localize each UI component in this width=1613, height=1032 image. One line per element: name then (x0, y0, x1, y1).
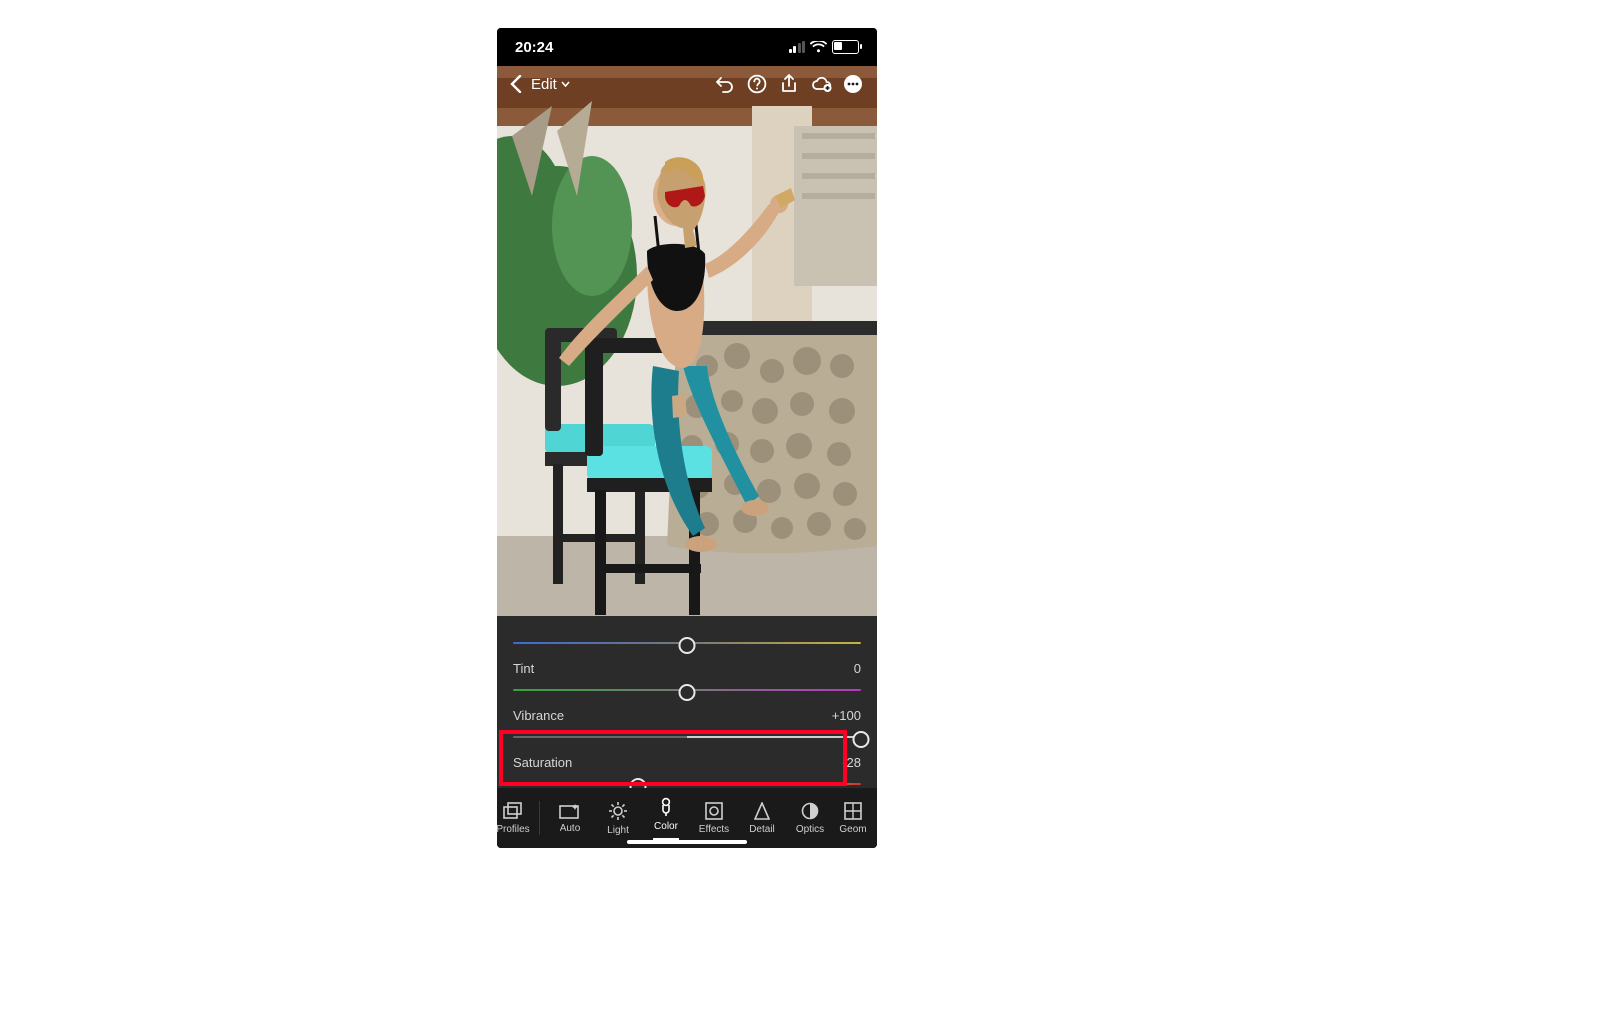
tool-geometry[interactable]: Geom (834, 802, 872, 835)
chevron-down-icon (561, 81, 570, 87)
tool-optics-label: Optics (796, 824, 824, 835)
tool-optics[interactable]: Optics (786, 802, 834, 835)
detail-icon (754, 802, 770, 820)
status-bar: 20:24 (497, 28, 877, 66)
tool-profiles-label: Profiles (497, 824, 530, 835)
more-button[interactable] (839, 70, 867, 98)
tool-detail[interactable]: Detail (738, 802, 786, 835)
undo-button[interactable] (711, 70, 739, 98)
profiles-icon (503, 802, 523, 820)
slider-vibrance-track[interactable] (513, 729, 861, 745)
home-indicator[interactable] (627, 840, 747, 844)
tool-effects-label: Effects (699, 824, 729, 835)
slider-tint: Tint 0 (513, 661, 861, 698)
bottom-toolbar: Profiles Auto Light Color Effects Detail… (497, 788, 877, 848)
tool-geometry-label: Geom (839, 824, 866, 835)
tool-light-label: Light (607, 825, 629, 836)
edit-panel: Temp 0 Tint 0 Vibrance +100 (497, 616, 877, 788)
color-icon (659, 797, 673, 817)
slider-vibrance-label: Vibrance (513, 708, 564, 723)
slider-vibrance-value: +100 (832, 708, 861, 723)
slider-saturation-label: Saturation (513, 755, 572, 770)
toolbar-separator (539, 801, 540, 835)
back-button[interactable] (507, 75, 525, 93)
tool-effects[interactable]: Effects (690, 802, 738, 835)
cloud-sync-button[interactable] (807, 70, 835, 98)
effects-icon (705, 802, 723, 820)
slider-saturation: Saturation -28 (513, 755, 861, 792)
tool-color[interactable]: Color (642, 797, 690, 840)
edit-dropdown[interactable]: Edit (531, 76, 570, 93)
phone-frame: { "status": { "time": "20:24" }, "nav": … (497, 28, 877, 848)
slider-temp: Temp 0 (513, 614, 861, 651)
status-time: 20:24 (515, 39, 553, 56)
slider-tint-track[interactable] (513, 682, 861, 698)
tool-light[interactable]: Light (594, 801, 642, 836)
tool-color-label: Color (654, 821, 678, 832)
slider-temp-track[interactable] (513, 635, 861, 651)
cellular-icon (789, 41, 806, 53)
photo-preview[interactable] (497, 66, 877, 616)
geometry-icon (844, 802, 862, 820)
top-nav: Edit (497, 66, 877, 102)
edit-label: Edit (531, 76, 557, 93)
auto-icon (559, 803, 581, 819)
optics-icon (801, 802, 819, 820)
slider-tint-label: Tint (513, 661, 534, 676)
share-button[interactable] (775, 70, 803, 98)
battery-icon (832, 40, 859, 54)
tool-profiles[interactable]: Profiles (497, 802, 533, 835)
tool-detail-label: Detail (749, 824, 775, 835)
status-right (789, 40, 860, 54)
slider-vibrance: Vibrance +100 (513, 708, 861, 745)
tool-auto-label: Auto (560, 823, 581, 834)
slider-saturation-value: -28 (842, 755, 861, 770)
help-button[interactable] (743, 70, 771, 98)
slider-tint-value: 0 (854, 661, 861, 676)
light-icon (608, 801, 628, 821)
tool-auto[interactable]: Auto (546, 803, 594, 834)
wifi-icon (810, 41, 827, 53)
